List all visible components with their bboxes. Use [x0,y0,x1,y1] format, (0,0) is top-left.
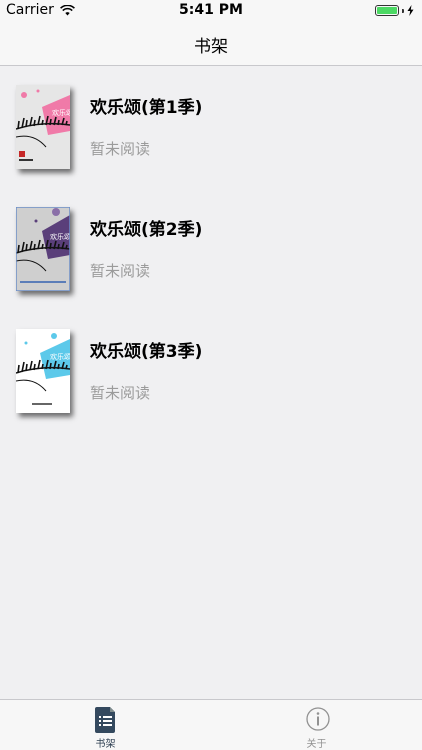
info-icon [306,707,330,731]
charging-bolt-icon [407,5,414,16]
book-cover-2: 欢乐颂 [16,207,70,291]
book-row-1[interactable]: 欢乐颂 欢乐颂(第1季) 暂未阅读 [0,66,422,188]
book-cover-1: 欢乐颂 [16,85,70,169]
status-time: 5:41 PM [179,2,243,18]
page-title: 书架 [194,37,228,57]
status-bar: Carrier 5:41 PM [0,0,422,22]
navigation-bar: 书架 [0,22,422,66]
book-read-status: 暂未阅读 [90,262,151,280]
status-right [375,5,414,16]
tab-bar: 书架 关于 [0,699,422,750]
svg-text:欢乐颂: 欢乐颂 [50,352,70,361]
book-cover-3: 欢乐颂 [16,329,70,413]
book-read-status: 暂未阅读 [90,384,151,402]
svg-text:欢乐颂: 欢乐颂 [52,108,70,117]
book-title: 欢乐颂(第1季) [90,98,203,118]
battery-fill [377,7,397,14]
svg-text:欢乐颂: 欢乐颂 [50,232,70,241]
book-row-3[interactable]: 欢乐颂 欢乐颂(第3季) 暂未阅读 [0,310,422,432]
tab-about[interactable]: 关于 [211,700,422,750]
book-icon [95,707,115,733]
battery-cap [402,8,404,13]
tab-bookshelf[interactable]: 书架 [0,700,211,750]
book-read-status: 暂未阅读 [90,140,151,158]
battery-icon [375,5,399,16]
bookshelf-list: 欢乐颂 欢乐颂(第1季) 暂未阅读 欢乐颂 欢乐颂(第2季) 暂未阅读 欢乐颂 … [0,66,422,432]
book-row-2[interactable]: 欢乐颂 欢乐颂(第2季) 暂未阅读 [0,188,422,310]
tab-label: 书架 [95,739,116,750]
book-title: 欢乐颂(第3季) [90,342,203,362]
book-title: 欢乐颂(第2季) [90,220,203,240]
tab-label: 关于 [306,739,327,750]
